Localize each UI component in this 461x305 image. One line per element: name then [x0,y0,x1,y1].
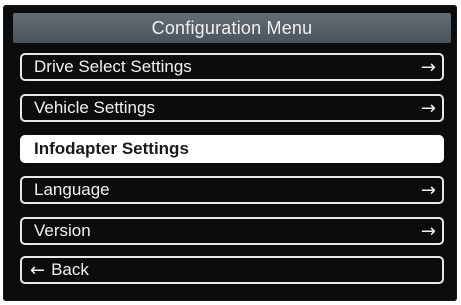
menu-item-label: Version [34,221,91,240]
title-bar: Configuration Menu [13,13,451,43]
menu-item-language[interactable]: Language → [20,176,444,204]
screen: Configuration Menu Drive Select Settings… [0,0,461,305]
right-arrow-icon: → [420,179,436,201]
menu-item-label: Drive Select Settings [34,57,192,76]
right-arrow-icon: → [420,56,436,78]
menu-item-version[interactable]: Version → [20,217,444,245]
menu-item-vehicle-settings[interactable]: Vehicle Settings → [20,94,444,122]
menu-item-infodapter-settings[interactable]: Infodapter Settings [20,135,444,163]
display-panel: Configuration Menu Drive Select Settings… [3,5,457,301]
page-title: Configuration Menu [151,17,313,38]
back-label: Back [51,260,89,279]
right-arrow-icon: → [420,97,436,119]
right-arrow-icon: → [420,220,436,242]
menu-item-label: Vehicle Settings [34,98,155,117]
menu-item-label: Language [34,180,110,199]
menu-item-drive-select-settings[interactable]: Drive Select Settings → [20,53,444,81]
menu-item-label: Infodapter Settings [34,139,189,158]
back-button[interactable]: ← Back [20,256,444,284]
left-arrow-icon: ← [30,259,46,281]
